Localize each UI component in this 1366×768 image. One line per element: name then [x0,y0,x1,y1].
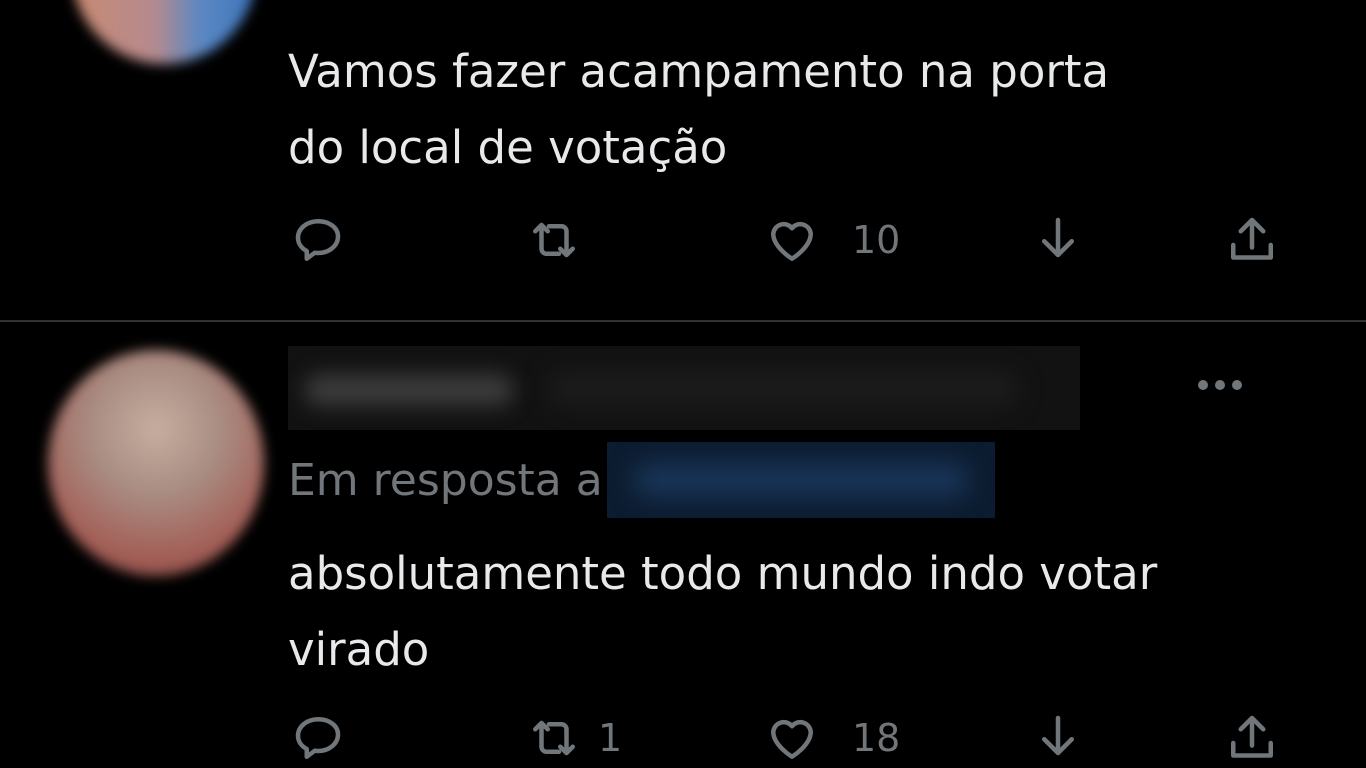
tweet-text-line: Vamos fazer acampamento na porta [288,45,1110,98]
share-button[interactable] [1222,208,1282,272]
reply-button[interactable] [288,208,376,272]
share-icon [1231,715,1273,758]
tweet[interactable]: Vamos fazer acampamento na porta do loca… [0,0,1366,320]
comment-icon [295,717,341,759]
more-options-button[interactable] [1198,380,1242,390]
retweet-count: 1 [598,716,623,760]
reply-context-label: Em resposta a [288,454,603,506]
tweet-text-line: do local de votação [288,121,728,174]
author-name-redacted[interactable] [288,346,1080,430]
retweet-button[interactable] [524,208,612,272]
reply-context: Em resposta a [288,442,995,518]
more-dot-icon [1215,380,1225,390]
like-count: 18 [852,716,901,760]
retweet-icon [533,222,575,258]
reply-mention-redacted[interactable] [606,442,995,518]
more-dot-icon [1198,380,1208,390]
like-count: 10 [852,218,901,262]
tweet-text-line: virado [288,623,430,676]
tweet-body: Vamos fazer acampamento na porta do loca… [288,34,1306,186]
retweet-button[interactable]: 1 [524,706,622,768]
avatar[interactable] [48,350,264,576]
comment-icon [295,219,341,261]
download-button[interactable] [1028,208,1088,272]
tweet-text: absolutamente todo mundo indo votar vira… [288,536,1157,688]
retweet-icon [533,720,575,756]
like-button[interactable]: 18 [762,706,900,768]
heart-icon [771,221,813,261]
reply-button[interactable] [288,706,376,768]
tweet-feed: Vamos fazer acampamento na porta do loca… [0,0,1366,768]
tweet[interactable]: Em resposta a absolutamente todo mundo i… [0,322,1366,768]
download-arrow-icon [1042,715,1074,756]
download-button[interactable] [1028,706,1088,768]
more-dot-icon [1232,380,1242,390]
tweet-text-line: absolutamente todo mundo indo votar [288,547,1158,600]
like-button[interactable]: 10 [762,208,900,272]
tweet-text: Vamos fazer acampamento na porta do loca… [288,34,1306,186]
avatar[interactable] [72,0,256,64]
tweet-actions: 1 18 [288,706,1288,768]
download-arrow-icon [1042,217,1074,258]
share-icon [1231,217,1273,260]
tweet-actions: 10 [288,208,1288,272]
heart-icon [771,719,813,759]
share-button[interactable] [1222,706,1282,768]
